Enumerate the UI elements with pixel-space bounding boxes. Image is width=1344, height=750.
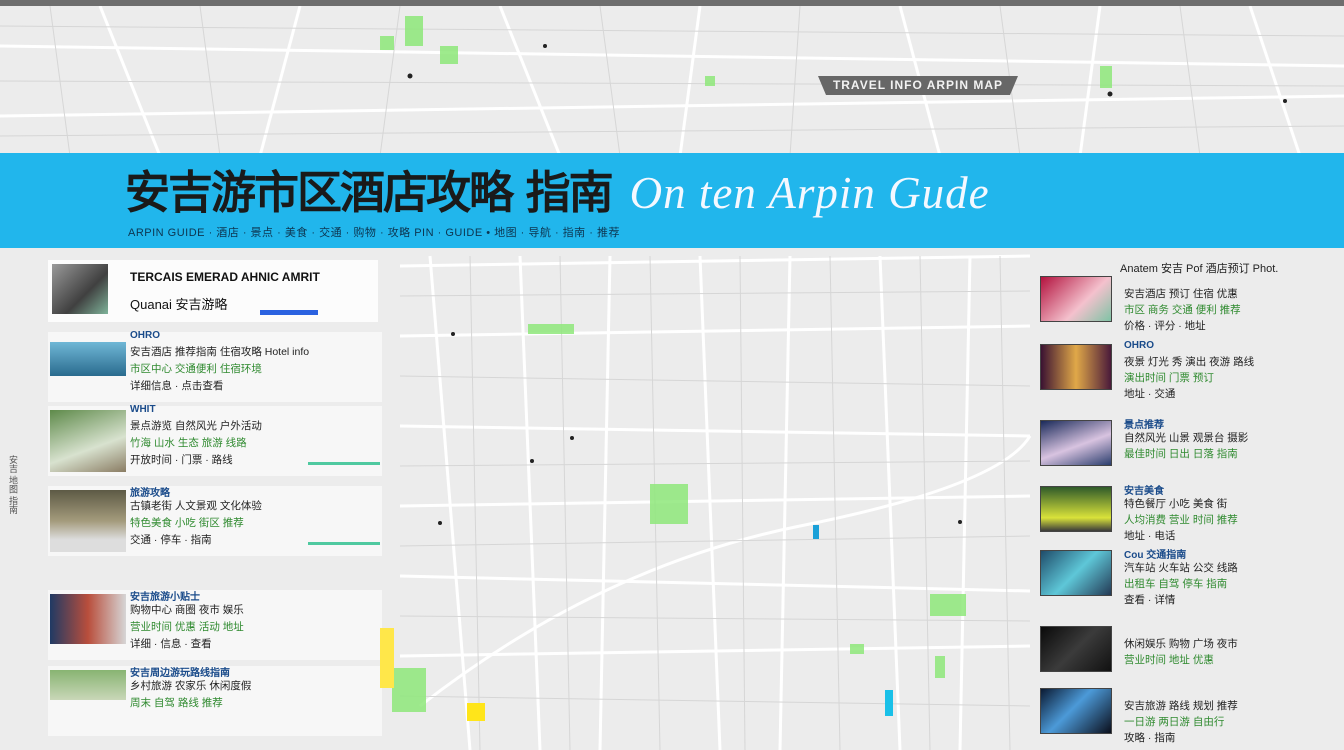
item-thumbnail	[1040, 420, 1112, 466]
item-meta: 详细 · 信息 · 查看	[130, 638, 212, 650]
list-item[interactable]: 安吉美食 特色餐厅 小吃 美食 街 人均消费 营业 时间 推荐 地址 · 电话	[1038, 482, 1344, 552]
list-item[interactable]: 安吉酒店 预订 住宿 优惠 市区 商务 交通 便利 推荐 价格 · 评分 · 地…	[1038, 272, 1344, 342]
list-item[interactable]: Cou 交通指南 汽车站 火车站 公交 线路 出租车 自驾 停车 指南 查看 ·…	[1038, 546, 1344, 616]
item-desc: 演出时间 门票 预订	[1124, 372, 1214, 384]
item-thumbnail	[1040, 550, 1112, 596]
page-title-cjk: 安吉游市区酒店攻略 指南	[125, 166, 614, 219]
item-accent-bar	[308, 462, 380, 465]
item-category: WHIT	[130, 404, 156, 415]
map-marker-yellow[interactable]	[467, 703, 485, 721]
item-meta: 开放时间 · 门票 · 路线	[130, 454, 233, 466]
item-category: 旅游攻略	[130, 488, 170, 499]
item-desc: 一日游 两日游 自由行	[1124, 716, 1225, 728]
item-desc: 营业时间 地址 优惠	[1124, 654, 1214, 666]
item-desc: 市区 商务 交通 便利 推荐	[1124, 304, 1241, 316]
item-meta: 攻略 · 指南	[1124, 732, 1176, 744]
item-category: 安吉周边游玩路线指南	[130, 668, 230, 679]
item-thumbnail	[1040, 486, 1112, 532]
item-meta: 详细信息 · 点击查看	[130, 380, 224, 392]
list-item[interactable]: WHIT 景点游览 自然风光 户外活动 竹海 山水 生态 旅游 线路 开放时间 …	[48, 404, 382, 476]
side-vertical-text: 安吉 地图 指南	[8, 455, 18, 515]
item-desc: 营业时间 优惠 活动 地址	[130, 621, 244, 633]
item-thumbnail	[1040, 276, 1112, 322]
item-meta: 交通 · 停车 · 指南	[130, 534, 212, 546]
item-thumbnail	[50, 594, 126, 644]
item-category: OHRO	[1124, 340, 1154, 351]
item-desc: 最佳时间 日出 日落 指南	[1124, 448, 1238, 460]
item-desc: 周末 自驾 路线 推荐	[130, 697, 223, 709]
list-item[interactable]: 安吉旅游小贴士 购物中心 商圈 夜市 娱乐 营业时间 优惠 活动 地址 详细 ·…	[48, 590, 382, 660]
item-meta: 查看 · 详情	[1124, 594, 1176, 606]
item-thumbnail	[50, 670, 126, 700]
item-title: 汽车站 火车站 公交 线路	[1124, 562, 1238, 574]
item-title: 景点游览 自然风光 户外活动	[130, 420, 262, 432]
list-item[interactable]: 安吉周边游玩路线指南 乡村旅游 农家乐 休闲度假 周末 自驾 路线 推荐	[48, 666, 382, 736]
item-accent-bar	[308, 542, 380, 545]
list-item[interactable]: 景点推荐 自然风光 山景 观景台 摄影 最佳时间 日出 日落 指南	[1038, 416, 1344, 486]
item-meta: 价格 · 评分 · 地址	[1124, 320, 1206, 332]
item-desc: 出租车 自驾 停车 指南	[1124, 578, 1228, 590]
item-category: OHRO	[130, 330, 160, 341]
map-marker-cyan[interactable]	[885, 690, 893, 716]
item-title: 夜景 灯光 秀 演出 夜游 路线	[1124, 356, 1255, 368]
top-badge: TRAVEL INFO ARPIN MAP	[818, 76, 1018, 95]
item-thumbnail	[1040, 344, 1112, 390]
left-header-subtitle: Quanai 安吉游略	[130, 297, 228, 312]
item-title: 购物中心 商圈 夜市 娱乐	[130, 604, 244, 616]
item-thumbnail	[50, 342, 126, 376]
item-title: 古镇老街 人文景观 文化体验	[130, 500, 262, 512]
item-desc: 特色美食 小吃 街区 推荐	[130, 517, 244, 529]
item-category: 安吉美食	[1124, 486, 1164, 497]
page-title-latin: On ten Arpin Gude	[629, 168, 990, 218]
item-thumbnail	[1040, 688, 1112, 734]
left-panel: TERCAIS EMERAD AHNIC AMRIT Quanai 安吉游略 O…	[46, 256, 386, 742]
title-banner: 安吉游市区酒店攻略 指南 On ten Arpin Gude ARPIN GUID…	[0, 153, 1344, 248]
item-thumbnail	[50, 410, 126, 472]
item-thumbnail	[50, 490, 126, 552]
header-thumbnail	[52, 264, 108, 314]
list-item[interactable]: 安吉旅游 路线 规划 推荐 一日游 两日游 自由行 攻略 · 指南	[1038, 684, 1344, 750]
page-title: 安吉游市区酒店攻略 指南 On ten Arpin Gude	[125, 167, 990, 219]
map-marker-blue[interactable]	[813, 525, 819, 539]
item-title: 安吉酒店 预订 住宿 优惠	[1124, 288, 1238, 300]
item-desc: 市区中心 交通便利 住宿环境	[130, 363, 262, 375]
item-category: 安吉旅游小贴士	[130, 592, 200, 603]
item-title: 安吉酒店 推荐指南 住宿攻略 Hotel info	[130, 346, 310, 358]
item-title: 特色餐厅 小吃 美食 街	[1124, 498, 1228, 510]
header-accent-bar	[260, 310, 318, 315]
list-item[interactable]: 休闲娱乐 购物 广场 夜市 营业时间 地址 优惠	[1038, 622, 1344, 692]
right-panel: Anatem 安吉 Pof 酒店预订 Phot. 安吉酒店 预订 住宿 优惠 市…	[1030, 256, 1344, 750]
item-category: 景点推荐	[1124, 420, 1164, 431]
map-marker-yellow-strip	[380, 628, 394, 688]
item-desc: 人均消费 营业 时间 推荐	[1124, 514, 1238, 526]
left-panel-header[interactable]: TERCAIS EMERAD AHNIC AMRIT Quanai 安吉游略	[48, 260, 378, 322]
item-title: 安吉旅游 路线 规划 推荐	[1124, 700, 1238, 712]
list-item[interactable]: OHRO 安吉酒店 推荐指南 住宿攻略 Hotel info 市区中心 交通便利…	[48, 330, 382, 402]
item-title: 自然风光 山景 观景台 摄影	[1124, 432, 1249, 444]
item-thumbnail	[1040, 626, 1112, 672]
page-subtitle: ARPIN GUIDE · 酒店 · 景点 · 美食 · 交通 · 购物 · 攻…	[128, 227, 620, 239]
item-title: 休闲娱乐 购物 广场 夜市	[1124, 638, 1238, 650]
left-header-title: TERCAIS EMERAD AHNIC AMRIT	[130, 270, 320, 284]
list-item[interactable]: 旅游攻略 古镇老街 人文景观 文化体验 特色美食 小吃 街区 推荐 交通 · 停…	[48, 486, 382, 556]
item-desc: 竹海 山水 生态 旅游 线路	[130, 437, 247, 449]
item-meta: 地址 · 交通	[1124, 388, 1176, 400]
list-item[interactable]: OHRO 夜景 灯光 秀 演出 夜游 路线 演出时间 门票 预订 地址 · 交通	[1038, 340, 1344, 410]
item-category: Cou 交通指南	[1124, 550, 1187, 561]
item-title: 乡村旅游 农家乐 休闲度假	[130, 680, 252, 692]
item-meta: 地址 · 电话	[1124, 530, 1176, 542]
